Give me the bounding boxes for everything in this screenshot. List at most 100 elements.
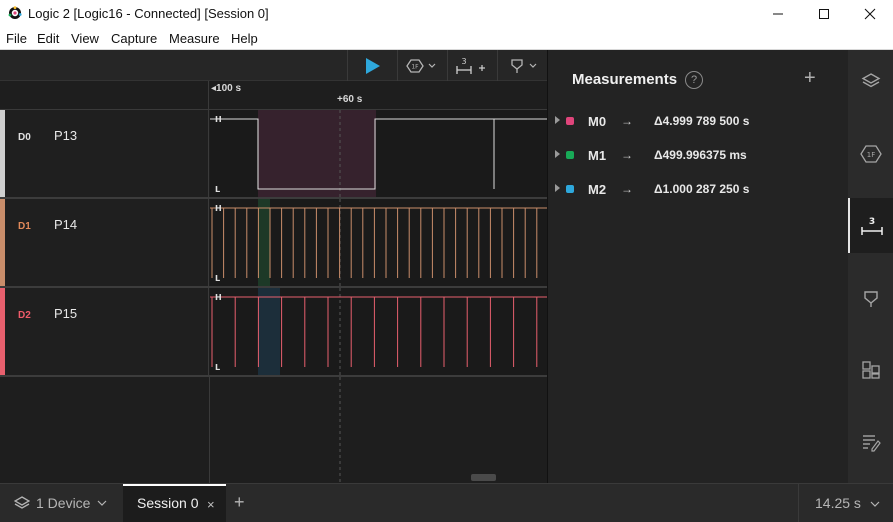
waveform-d1-graphic: H L [210, 199, 547, 286]
start-capture-button[interactable] [348, 50, 396, 81]
minimize-button[interactable] [755, 0, 801, 28]
low-level-label: L [215, 363, 220, 372]
waveform-d2-graphic: H L [210, 288, 547, 375]
high-level-label: H [215, 115, 222, 124]
sidebar-measurements[interactable]: 3 [848, 198, 893, 253]
svg-text:1F: 1F [866, 151, 874, 159]
tab-session-0[interactable]: Session 0 × [123, 484, 226, 522]
chevron-down-icon [870, 501, 880, 507]
app-logo-icon [8, 6, 22, 19]
channel-row-d2[interactable]: D2 P15 H L [0, 288, 547, 377]
window-title: Logic 2 [Logic16 - Connected] [Session 0… [28, 6, 269, 21]
notes-edit-icon [862, 434, 881, 452]
marker-button[interactable] [498, 50, 547, 81]
sidebar-markers[interactable] [848, 271, 893, 326]
toolbar-measure-badge: 3 [461, 57, 466, 66]
device-layers-icon [14, 496, 30, 509]
measurements-panel: Measurements ? + M0 → Δ4.999 789 500 s M… [547, 50, 848, 483]
trigger-settings-button[interactable]: 1F [398, 50, 446, 81]
close-tab-icon[interactable]: × [207, 497, 215, 512]
time-ruler[interactable]: ◂100 s +60 s [0, 81, 547, 110]
waveform-d2[interactable]: H L [210, 288, 547, 375]
zoom-selector[interactable]: 14.25 s [798, 484, 893, 522]
sidebar-extensions[interactable] [848, 342, 893, 397]
add-measurement-plus-button[interactable]: + [804, 67, 816, 90]
trigger-hex-icon: 1F [406, 58, 436, 73]
logic2-app: Logic 2 [Logic16 - Connected] [Session 0… [0, 0, 893, 522]
play-icon [366, 57, 380, 74]
ruler-label-spacer [0, 81, 209, 110]
channel-label-area[interactable]: D1 P14 [5, 199, 209, 286]
measurement-color-dot [566, 117, 574, 125]
add-session-button[interactable]: + [234, 492, 245, 513]
high-level-label: H [215, 293, 222, 302]
measurement-row-m0[interactable]: M0 → Δ4.999 789 500 s [548, 111, 849, 133]
measurement-row-m1[interactable]: M1 → Δ499.996375 ms [548, 145, 849, 167]
chevron-down-icon [98, 500, 107, 506]
title-bar: Logic 2 [Logic16 - Connected] [Session 0… [0, 0, 893, 28]
channel-row-d1[interactable]: D1 P14 H L [0, 199, 547, 288]
arrow-right-icon: → [621, 114, 633, 128]
close-window-button[interactable] [847, 0, 893, 28]
cursor-line-extension [339, 377, 341, 483]
waveform-d1[interactable]: H L [210, 199, 547, 286]
device-label: 1 Device [36, 495, 91, 511]
expand-caret-icon[interactable] [555, 150, 560, 158]
measurement-icon: 3 [456, 57, 485, 74]
channel-row-d0[interactable]: D0 P13 H L [0, 110, 547, 199]
expand-caret-icon[interactable] [555, 184, 560, 192]
sidebar-measure-badge: 3 [868, 217, 874, 227]
channel-name[interactable]: P13 [54, 128, 77, 143]
layers-icon [861, 72, 880, 87]
help-icon[interactable]: ? [685, 71, 703, 89]
high-level-label: H [215, 204, 222, 213]
menu-capture[interactable]: Capture [111, 31, 157, 46]
menu-bar: File Edit View Capture Measure Help [0, 28, 893, 50]
menu-file[interactable]: File [6, 31, 27, 46]
sidebar-analyzers[interactable]: 1F [848, 126, 893, 181]
panel-title: Measurements [572, 71, 678, 88]
right-sidebar: 1F 3 [848, 50, 893, 483]
measurement-color-dot [566, 151, 574, 159]
extensions-grid-icon [861, 360, 880, 379]
waveform-d0[interactable]: H L [210, 110, 547, 197]
menu-edit[interactable]: Edit [37, 31, 59, 46]
main-area: 1F 3 ◂100 s +60 s D0 P13 H L D1 P14 H L … [0, 50, 893, 483]
measurement-value: Δ1.000 287 250 s [654, 182, 750, 196]
channel-index: D0 [18, 132, 31, 143]
measurement-value: Δ499.996375 ms [654, 148, 747, 162]
ruler-start-label: ◂100 s [211, 83, 242, 94]
menu-help[interactable]: Help [231, 31, 258, 46]
expand-caret-icon[interactable] [555, 116, 560, 124]
measurement-name: M1 [588, 148, 607, 163]
low-level-label: L [215, 274, 220, 283]
ruler-start-text: 100 s [216, 83, 242, 94]
measurement-icon: 3 [860, 217, 883, 235]
menu-view[interactable]: View [71, 31, 99, 46]
analyzer-hex-icon: 1F [859, 144, 882, 163]
low-level-label: L [215, 185, 220, 194]
marker-pin-icon [863, 290, 878, 307]
channel-label-area[interactable]: D2 P15 [5, 288, 209, 375]
empty-channel-area [0, 377, 547, 483]
measurement-row-m2[interactable]: M2 → Δ1.000 287 250 s [548, 179, 849, 201]
maximize-button[interactable] [801, 0, 847, 28]
measurement-name: M2 [588, 182, 607, 197]
zoom-label: 14.25 s [815, 495, 861, 511]
marker-pin-icon [510, 58, 536, 73]
arrow-right-icon: → [621, 182, 633, 196]
menu-measure[interactable]: Measure [169, 31, 220, 46]
arrow-right-icon: → [621, 148, 633, 162]
device-selector[interactable]: 1 Device [14, 495, 108, 511]
channel-name[interactable]: P14 [54, 217, 77, 232]
maximize-icon [819, 9, 829, 19]
sidebar-device-settings[interactable] [848, 53, 893, 108]
channel-label-area[interactable]: D0 P13 [5, 110, 209, 197]
horizontal-scroll-thumb[interactable] [471, 474, 496, 481]
channel-name[interactable]: P15 [54, 306, 77, 321]
channel-index: D2 [18, 310, 31, 321]
svg-text:1F: 1F [411, 63, 419, 70]
sidebar-notes[interactable] [848, 414, 893, 469]
add-measurement-button[interactable]: 3 [448, 50, 496, 81]
bottom-bar: 1 Device Session 0 × + 14.25 s [0, 483, 893, 522]
